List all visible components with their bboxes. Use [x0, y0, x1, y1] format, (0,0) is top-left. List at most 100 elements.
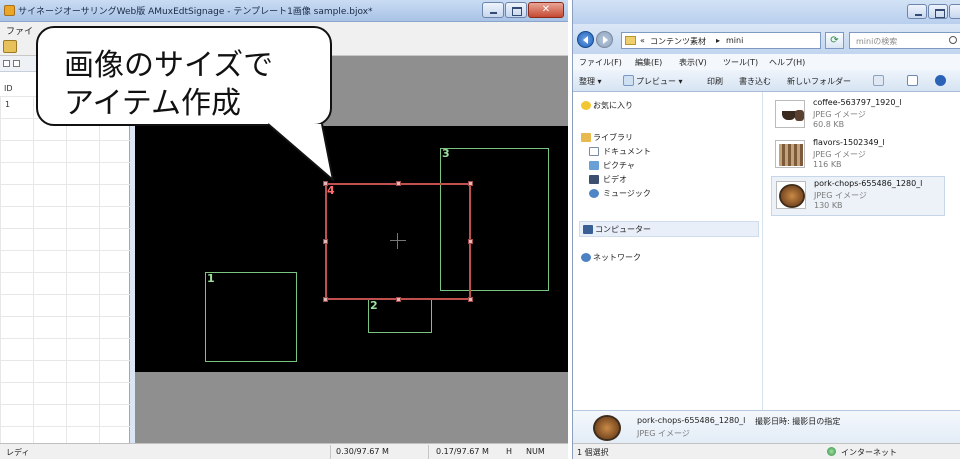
address-folder[interactable]: コンテンツ素材 [650, 36, 706, 47]
search-input[interactable]: miniの検索 [849, 32, 960, 49]
item-label-3: 3 [442, 147, 450, 160]
menu-view[interactable]: 表示(V) [679, 57, 707, 68]
resize-handle-tl[interactable] [323, 181, 328, 186]
view-options-icon[interactable] [873, 75, 884, 86]
explorer-close-button[interactable] [949, 4, 960, 19]
details-pane: pork-chops-655486_1280_l 撮影日時: 撮影日の指定 JP… [573, 410, 960, 443]
cmd-organize[interactable]: 整理 ▾ [579, 76, 602, 87]
resize-handle-t[interactable] [396, 181, 401, 186]
resize-handle-bl[interactable] [323, 297, 328, 302]
move-crosshair-icon[interactable] [390, 233, 406, 249]
window-controls [482, 2, 564, 18]
nav-computer[interactable]: コンピューター [595, 224, 651, 235]
column-header-id[interactable]: ID [4, 84, 13, 93]
file-thumbnail [776, 181, 806, 209]
minimize-button[interactable] [482, 2, 504, 18]
cmd-new-folder[interactable]: 新しいフォルダー [787, 76, 851, 87]
details-name: pork-chops-655486_1280_l [637, 416, 746, 425]
resize-handle-r[interactable] [468, 239, 473, 244]
close-button[interactable] [528, 2, 564, 18]
music-icon [589, 189, 599, 198]
network-icon [581, 253, 591, 262]
menu-edit[interactable]: 編集(E) [635, 57, 662, 68]
command-bar: 整理 ▾ プレビュー ▾ 印刷 書き込む 新しいフォルダー [573, 70, 960, 92]
editor-titlebar[interactable]: サイネージオーサリングWeb版 AMuxEdtSignage - テンプレート1… [0, 0, 568, 22]
status-divider [428, 445, 429, 459]
cmd-print[interactable]: 印刷 [707, 76, 723, 87]
collapse-icon[interactable] [3, 60, 10, 67]
coffee-cup-image [795, 110, 804, 121]
explorer-menubar: ファイル(F) 編集(E) 表示(V) ツール(T) ヘルプ(H) [573, 54, 960, 70]
status-ready: レディ [6, 448, 30, 457]
pork-chops-image [779, 184, 805, 208]
nav-library[interactable]: ライブラリ [593, 132, 633, 143]
status-zone: インターネット [841, 448, 897, 457]
file-type: JPEG イメージ [813, 110, 866, 119]
file-type: JPEG イメージ [814, 191, 867, 200]
file-thumbnail [775, 140, 805, 168]
nav-videos[interactable]: ビデオ [603, 174, 627, 185]
nav-network[interactable]: ネットワーク [593, 252, 641, 263]
file-list: coffee-563797_1920_l JPEG イメージ 60.8 KB f… [763, 92, 960, 410]
status-selection: 1 個選択 [577, 448, 609, 457]
status-memory-1: 0.30/97.67 M [336, 447, 389, 456]
maximize-button[interactable] [505, 2, 527, 18]
back-icon[interactable] [577, 31, 594, 48]
forward-icon[interactable] [596, 31, 613, 48]
list-grid [0, 96, 130, 443]
search-placeholder: miniの検索 [856, 37, 898, 46]
expand-icon[interactable] [13, 60, 20, 67]
refresh-icon[interactable]: ⟳ [825, 32, 844, 49]
navigation-pane: お気に入り ライブラリ ドキュメント ピクチャ ビデオ ミュージック コンピュー… [573, 92, 763, 410]
menu-help[interactable]: ヘルプ(H) [769, 57, 805, 68]
canvas-item-1[interactable] [205, 272, 297, 362]
explorer-minimize-button[interactable] [907, 4, 927, 19]
address-bar[interactable]: « コンテンツ素材 ▸ mini [621, 32, 821, 49]
editor-statusbar: レディ 0.30/97.67 M 0.17/97.67 M H NUM [0, 443, 568, 459]
file-item-coffee[interactable]: coffee-563797_1920_l JPEG イメージ 60.8 KB [771, 96, 945, 136]
nav-favorites[interactable]: お気に入り [593, 100, 633, 111]
status-divider [330, 445, 331, 459]
file-size: 130 KB [814, 201, 843, 210]
address-current[interactable]: mini [726, 36, 743, 45]
videos-icon [589, 175, 599, 184]
help-icon[interactable] [935, 75, 946, 86]
explorer-window: « コンテンツ素材 ▸ mini ⟳ miniの検索 ファイル(F) 編集(E)… [572, 0, 960, 459]
nav-music[interactable]: ミュージック [603, 188, 651, 199]
resize-handle-tr[interactable] [468, 181, 473, 186]
app-icon [4, 5, 15, 16]
file-name: pork-chops-655486_1280_l [814, 179, 923, 188]
folder-icon [625, 36, 636, 45]
file-item-flavors[interactable]: flavors-1502349_l JPEG イメージ 116 KB [771, 136, 945, 176]
nav-documents[interactable]: ドキュメント [603, 146, 651, 157]
cmd-preview[interactable]: プレビュー ▾ [636, 76, 683, 87]
callout-line-2: アイテム作成 [64, 86, 241, 121]
list-row-id[interactable]: 1 [5, 100, 10, 109]
item-label-2: 2 [370, 299, 378, 312]
explorer-titlebar[interactable] [573, 0, 960, 24]
address-arrow: ▸ [716, 36, 721, 45]
details-thumbnail [593, 415, 621, 441]
cmd-burn[interactable]: 書き込む [739, 76, 771, 87]
status-numlock: NUM [526, 447, 545, 456]
resize-handle-br[interactable] [468, 297, 473, 302]
favorites-star-icon [581, 101, 591, 110]
resize-handle-b[interactable] [396, 297, 401, 302]
search-icon[interactable] [949, 36, 957, 44]
explorer-maximize-button[interactable] [928, 4, 948, 19]
open-folder-icon[interactable] [3, 40, 17, 53]
file-name: coffee-563797_1920_l [813, 98, 902, 107]
menu-tools[interactable]: ツール(T) [723, 57, 758, 68]
details-date[interactable]: 撮影日時: 撮影日の指定 [755, 416, 840, 427]
resize-handle-l[interactable] [323, 239, 328, 244]
preview-icon [623, 75, 634, 86]
status-mode: H [506, 447, 513, 456]
preview-pane-icon[interactable] [907, 75, 918, 86]
file-item-pork-chops[interactable]: pork-chops-655486_1280_l JPEG イメージ 130 K… [771, 176, 945, 216]
file-size: 116 KB [813, 160, 842, 169]
menu-file[interactable]: ファイ [6, 24, 33, 37]
item-label-4: 4 [327, 184, 335, 197]
menu-file[interactable]: ファイル(F) [579, 57, 622, 68]
nav-pictures[interactable]: ピクチャ [603, 160, 635, 171]
file-type: JPEG イメージ [813, 150, 866, 159]
